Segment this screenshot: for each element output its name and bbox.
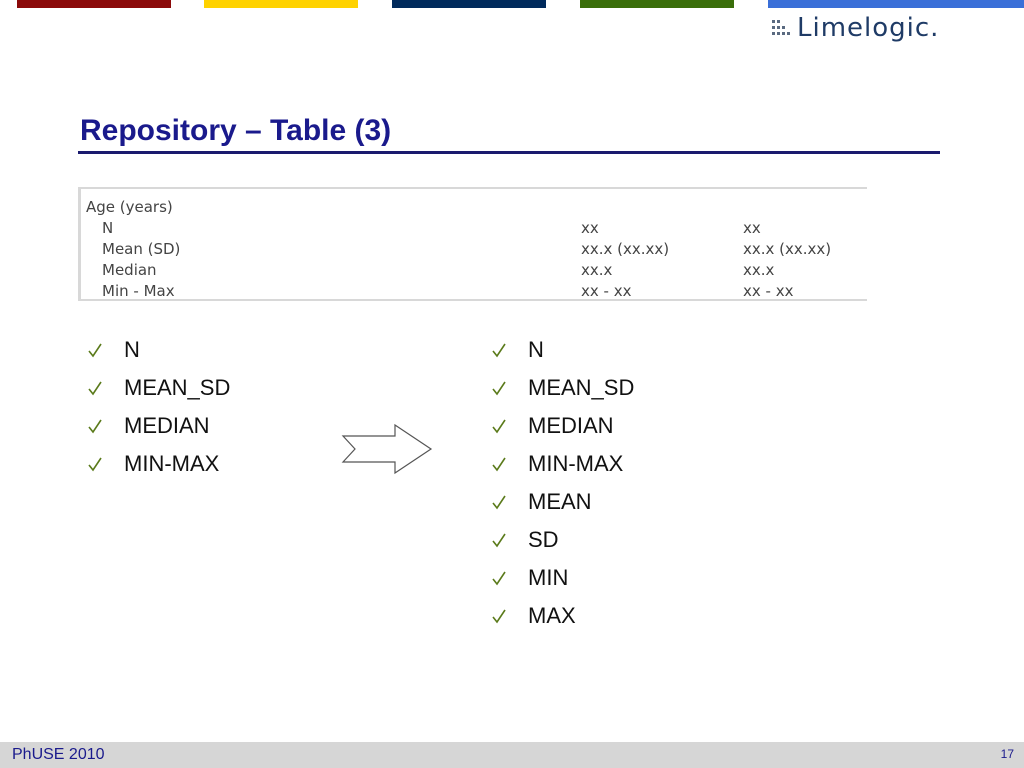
top-bar-blue — [768, 0, 1024, 8]
checkmark-icon — [492, 381, 506, 396]
table-cell: xx.x — [743, 261, 775, 279]
list-item-label: MEDIAN — [528, 413, 614, 438]
checkmark-icon — [492, 609, 506, 624]
list-item: MEAN_SD — [88, 376, 230, 414]
list-item-label: N — [124, 337, 140, 362]
list-item: SD — [492, 528, 634, 566]
top-bar-yellow — [204, 0, 358, 8]
limelogic-logo: Limelogic. — [772, 10, 1018, 46]
table-row: Age (years) — [81, 197, 867, 218]
table-cell: xx — [743, 219, 761, 237]
table-cell: Min - Max — [102, 282, 175, 300]
list-item-label: SD — [528, 527, 559, 552]
table-cell: xx - xx — [581, 282, 632, 300]
table-cell: xx.x (xx.xx) — [743, 240, 832, 258]
logo-dots-icon — [772, 20, 790, 35]
list-item-label: MEAN_SD — [528, 375, 635, 400]
list-item-label: MEAN_SD — [124, 375, 231, 400]
table-snippet: Age (years) N xx xx Mean (SD) xx.x (xx.x… — [78, 187, 867, 301]
logo-text: Limelogic. — [797, 13, 940, 43]
checkmark-icon — [492, 495, 506, 510]
list-item: MIN — [492, 566, 634, 604]
checkmark-icon — [88, 457, 102, 472]
title-underline — [78, 151, 940, 154]
list-item-label: MIN-MAX — [528, 451, 624, 476]
checkmark-icon — [492, 457, 506, 472]
checkmark-icon — [492, 533, 506, 548]
checkmark-icon — [492, 419, 506, 434]
top-bar-green — [580, 0, 734, 8]
top-bar-red — [17, 0, 171, 8]
list-item-label: MIN — [528, 565, 569, 590]
list-item: N — [88, 338, 230, 376]
list-item: MEAN — [492, 490, 634, 528]
list-item-label: MEDIAN — [124, 413, 210, 438]
table-cell: Age (years) — [86, 198, 173, 216]
list-item-label: MIN-MAX — [124, 451, 220, 476]
checkmark-icon — [88, 419, 102, 434]
left-bullet-list: N MEAN_SD MEDIAN MIN-MAX — [88, 338, 230, 490]
top-bar-navy — [392, 0, 546, 8]
list-item: MEDIAN — [88, 414, 230, 452]
list-item: MIN-MAX — [88, 452, 230, 490]
list-item-label: MAX — [528, 603, 576, 628]
table-cell: xx - xx — [743, 282, 794, 300]
table-row: Mean (SD) xx.x (xx.xx) xx.x (xx.xx) — [81, 239, 867, 260]
table-cell: xx.x (xx.xx) — [581, 240, 670, 258]
list-item-label: MEAN — [528, 489, 592, 514]
table-cell: xx — [581, 219, 599, 237]
list-item: MAX — [492, 604, 634, 642]
page-number: 17 — [1000, 747, 1014, 761]
list-item: MEDIAN — [492, 414, 634, 452]
right-arrow-icon — [341, 423, 433, 475]
table-cell: Median — [102, 261, 157, 279]
checkmark-icon — [88, 381, 102, 396]
table-cell: xx.x — [581, 261, 613, 279]
table-row: Median xx.x xx.x — [81, 260, 867, 281]
table-row: N xx xx — [81, 218, 867, 239]
right-bullet-list: N MEAN_SD MEDIAN MIN-MAX MEAN SD MIN MAX — [492, 338, 634, 642]
page-title: Repository – Table (3) — [80, 114, 392, 147]
table-cell: Mean (SD) — [102, 240, 181, 258]
checkmark-icon — [88, 343, 102, 358]
footer-conference-label: PhUSE 2010 — [12, 746, 105, 763]
list-item: N — [492, 338, 634, 376]
table-row: Min - Max xx - xx xx - xx — [81, 281, 867, 302]
list-item: MEAN_SD — [492, 376, 634, 414]
table-cell: N — [102, 219, 114, 237]
footer-bar: PhUSE 2010 17 — [0, 742, 1024, 768]
checkmark-icon — [492, 343, 506, 358]
list-item-label: N — [528, 337, 544, 362]
list-item: MIN-MAX — [492, 452, 634, 490]
checkmark-icon — [492, 571, 506, 586]
